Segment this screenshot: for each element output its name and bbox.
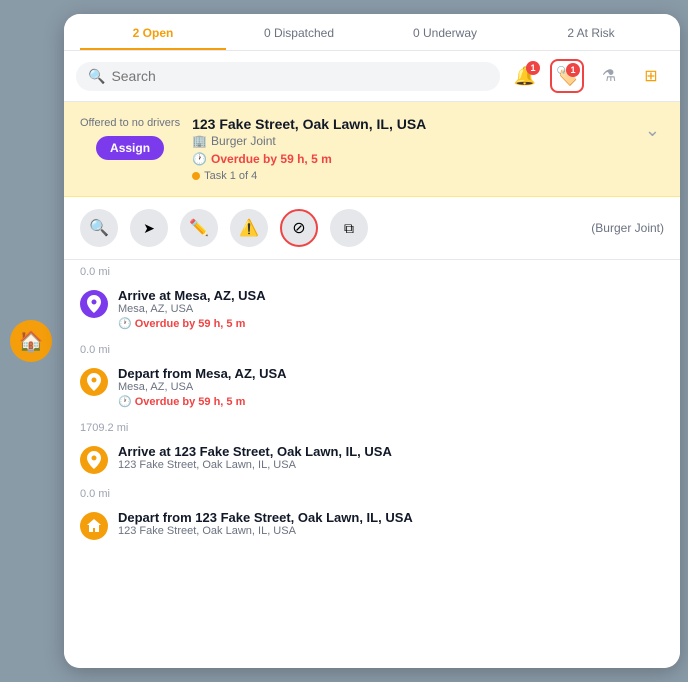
order-address: 123 Fake Street, Oak Lawn, IL, USA	[192, 116, 629, 132]
search-wrapper[interactable]: 🔍	[76, 62, 500, 91]
task-item-address: 123 Fake Street, Oak Lawn, IL, USA	[118, 459, 392, 471]
tab-underway[interactable]: 0 Underway	[372, 26, 518, 50]
order-main-section: 123 Fake Street, Oak Lawn, IL, USA 🏢 Bur…	[192, 116, 629, 182]
task-item-title: Depart from 123 Fake Street, Oak Lawn, I…	[118, 510, 413, 525]
task-item-content: Depart from 123 Fake Street, Oak Lawn, I…	[118, 510, 413, 537]
search-action-button[interactable]: 🔍	[80, 209, 118, 247]
tab-bar: 2 Open 0 Dispatched 0 Underway 2 At Risk	[64, 14, 680, 51]
task-dot	[192, 172, 200, 180]
edit-icon: ✏️	[189, 218, 209, 238]
order-overdue: 🕐 Overdue by 59 h, 5 m	[192, 152, 629, 166]
clock-icon: 🕐	[192, 152, 207, 166]
clock-icon: 🕐	[118, 395, 132, 408]
send-icon: ➤	[143, 220, 155, 237]
task-item-icon	[80, 512, 108, 540]
warning-icon: ⚠️	[239, 218, 259, 238]
task-item-content: Arrive at 123 Fake Street, Oak Lawn, IL,…	[118, 444, 392, 471]
tag-button[interactable]: 🏷️ 1	[550, 59, 584, 93]
task-item-icon	[80, 446, 108, 474]
task-item-address: 123 Fake Street, Oak Lawn, IL, USA	[118, 525, 413, 537]
task-item-icon	[80, 368, 108, 396]
distance-label: 1709.2 mi	[64, 416, 680, 436]
filter-icon: ⚗	[602, 66, 616, 86]
clock-icon: 🕐	[118, 317, 132, 330]
task-item[interactable]: Depart from 123 Fake Street, Oak Lawn, I…	[64, 502, 680, 548]
bell-badge: 1	[526, 61, 540, 75]
assign-button[interactable]: Assign	[96, 136, 164, 160]
search-row: 🔍 🔔 1 🏷️ 1 ⚗ ⊞	[64, 51, 680, 102]
search-action-icon: 🔍	[89, 218, 109, 238]
task-item[interactable]: Depart from Mesa, AZ, USAMesa, AZ, USA 🕐 …	[64, 358, 680, 416]
task-list: 0.0 mi Arrive at Mesa, AZ, USAMesa, AZ, …	[64, 260, 680, 668]
distance-label: 0.0 mi	[64, 482, 680, 502]
task-item-title: Depart from Mesa, AZ, USA	[118, 366, 287, 381]
copy-action-button[interactable]: ⧉	[330, 209, 368, 247]
task-item-title: Arrive at 123 Fake Street, Oak Lawn, IL,…	[118, 444, 392, 459]
order-business: 🏢 Burger Joint	[192, 134, 629, 148]
offered-text: Offered to no drivers	[80, 116, 180, 130]
bell-button[interactable]: 🔔 1	[508, 59, 542, 93]
distance-label: 0.0 mi	[64, 260, 680, 280]
task-item-overdue: 🕐 Overdue by 59 h, 5 m	[118, 317, 266, 330]
task-item-address: Mesa, AZ, USA	[118, 303, 266, 315]
home-icon: 🏠	[10, 320, 52, 362]
task-item[interactable]: Arrive at Mesa, AZ, USAMesa, AZ, USA 🕐 Ov…	[64, 280, 680, 338]
expand-button[interactable]: ⌄	[641, 116, 664, 145]
send-action-button[interactable]: ➤	[130, 209, 168, 247]
tab-at-risk[interactable]: 2 At Risk	[518, 26, 664, 50]
search-input[interactable]	[111, 68, 488, 84]
edit-action-button[interactable]: ✏️	[180, 209, 218, 247]
company-label: (Burger Joint)	[591, 221, 664, 235]
main-panel: 2 Open 0 Dispatched 0 Underway 2 At Risk…	[64, 14, 680, 668]
task-item-overdue: 🕐 Overdue by 59 h, 5 m	[118, 395, 287, 408]
filter-button[interactable]: ⚗	[592, 59, 626, 93]
grid-icon: ⊞	[644, 66, 657, 86]
task-item-content: Depart from Mesa, AZ, USAMesa, AZ, USA 🕐 …	[118, 366, 287, 408]
building-icon: 🏢	[192, 134, 207, 148]
task-item[interactable]: Arrive at 123 Fake Street, Oak Lawn, IL,…	[64, 436, 680, 482]
actions-row: 🔍 ➤ ✏️ ⚠️ ⊘ ⧉ (Burger Joint)	[64, 197, 680, 260]
cancel-action-button[interactable]: ⊘	[280, 209, 318, 247]
task-item-title: Arrive at Mesa, AZ, USA	[118, 288, 266, 303]
grid-button[interactable]: ⊞	[634, 59, 668, 93]
copy-icon: ⧉	[344, 220, 354, 237]
search-icon: 🔍	[88, 68, 105, 85]
task-item-content: Arrive at Mesa, AZ, USAMesa, AZ, USA 🕐 Ov…	[118, 288, 266, 330]
order-left-section: Offered to no drivers Assign	[80, 116, 180, 160]
tag-badge: 1	[566, 63, 580, 77]
tab-dispatched[interactable]: 0 Dispatched	[226, 26, 372, 50]
order-card: Offered to no drivers Assign 123 Fake St…	[64, 102, 680, 197]
warning-action-button[interactable]: ⚠️	[230, 209, 268, 247]
tab-open[interactable]: 2 Open	[80, 26, 226, 50]
task-item-address: Mesa, AZ, USA	[118, 381, 287, 393]
distance-label: 0.0 mi	[64, 338, 680, 358]
task-label: Task 1 of 4	[192, 170, 629, 182]
task-item-icon	[80, 290, 108, 318]
cancel-icon: ⊘	[292, 218, 305, 238]
